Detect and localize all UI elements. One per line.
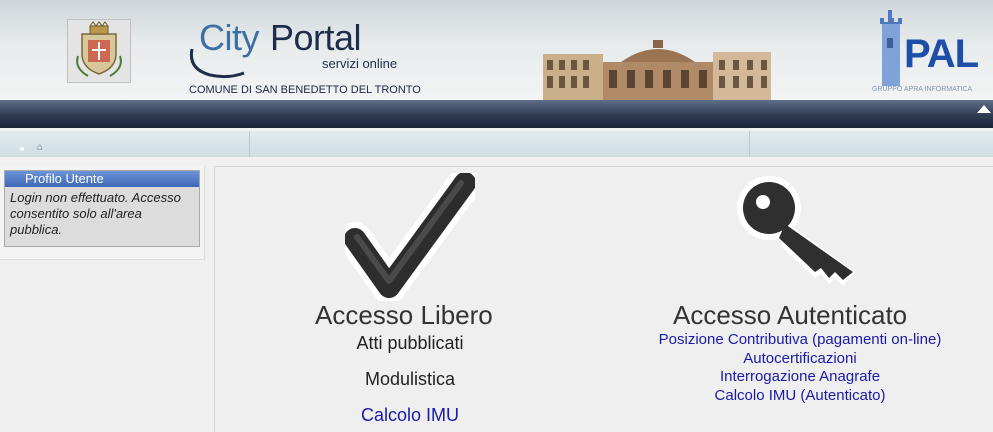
profile-panel-title: Profilo Utente (5, 171, 199, 187)
site-header: City Portal servizi online COMUNE DI SAN… (0, 0, 993, 100)
key-icon (737, 176, 855, 286)
logo-tagline: servizi online (322, 56, 398, 71)
sidebar: Profilo Utente Login non effettuato. Acc… (0, 166, 205, 260)
login-status-text: Login non effettuato. Accesso consentito… (10, 190, 181, 237)
modulistica-link[interactable]: Modulistica (310, 369, 510, 390)
checkmark-icon (345, 173, 475, 301)
municipal-crest-icon (67, 19, 131, 83)
logo-portal-text: Portal (270, 17, 362, 58)
menu-bullet-icon (20, 147, 24, 151)
calcolo-imu-link[interactable]: Calcolo IMU (310, 405, 510, 426)
menu-bar (0, 131, 993, 157)
autocertificazioni-link[interactable]: Autocertificazioni (640, 350, 960, 369)
atti-pubblicati-link[interactable]: Atti pubblicati (310, 333, 510, 354)
authenticated-links: Posizione Contributiva (pagamenti on-lin… (640, 331, 960, 405)
menu-separator (249, 131, 250, 157)
home-icon[interactable]: ⌂ (37, 142, 43, 153)
calcolo-imu-autenticato-link[interactable]: Calcolo IMU (Autenticato) (640, 387, 960, 406)
pal-logo-text: PAL (904, 32, 979, 76)
municipality-name: COMUNE DI SAN BENEDETTO DEL TRONTO (189, 84, 421, 96)
logo-city-text: City (199, 17, 260, 58)
historic-buildings-image (543, 40, 771, 100)
posizione-contributiva-link[interactable]: Posizione Contributiva (pagamenti on-lin… (640, 331, 960, 350)
interrogazione-anagrafe-link[interactable]: Interrogazione Anagrafe (640, 368, 960, 387)
pal-caption: GRUPPO APRA INFORMATICA (872, 86, 973, 93)
cityportal-logo[interactable]: City Portal servizi online (188, 15, 408, 85)
collapse-arrow-icon[interactable] (977, 105, 991, 113)
menu-separator (749, 131, 750, 157)
free-access-title: Accesso Libero (315, 300, 493, 330)
user-profile-panel: Profilo Utente Login non effettuato. Acc… (4, 170, 200, 247)
pal-logo[interactable]: PAL GRUPPO APRA INFORMATICA (872, 10, 993, 98)
top-nav-bar (0, 100, 993, 128)
authenticated-access-title: Accesso Autenticato (673, 300, 908, 330)
